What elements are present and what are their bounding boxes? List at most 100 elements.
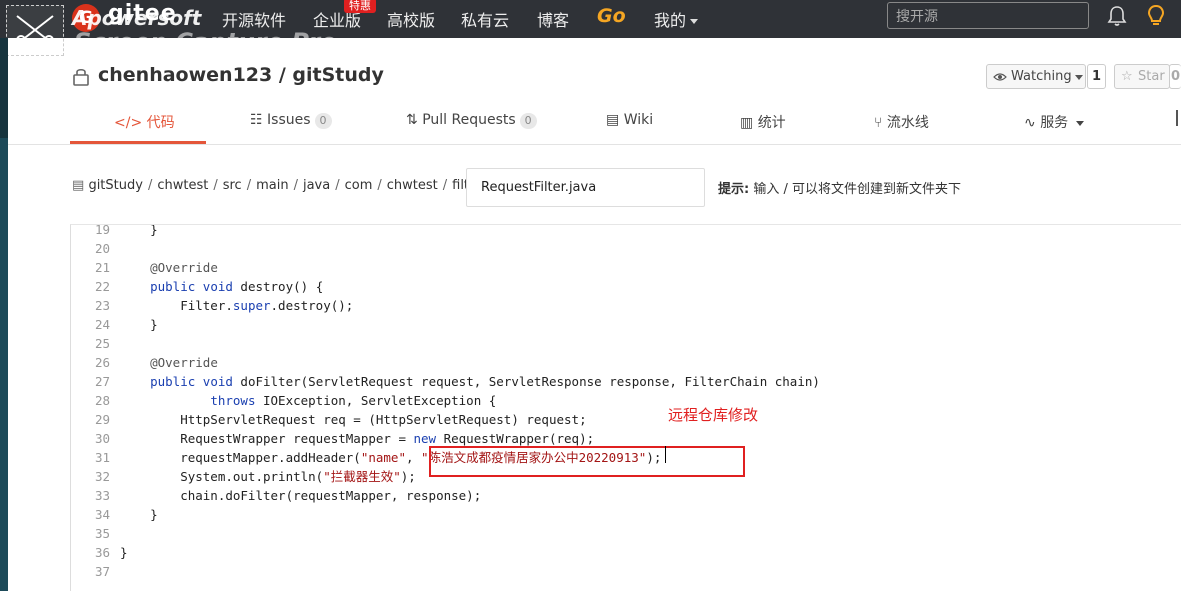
code-text: throws IOException, ServletException {	[210, 393, 497, 408]
code-line[interactable]: 26 @Override	[71, 353, 218, 372]
star-label: Star	[1138, 69, 1165, 84]
code-text: }	[120, 317, 158, 332]
code-line[interactable]: 30 RequestWrapper requestMapper = new Re…	[71, 429, 594, 448]
code-line[interactable]: 36}	[71, 543, 128, 562]
nav-university[interactable]: 高校版	[387, 7, 435, 31]
code-line[interactable]: 27 public void doFilter(ServletRequest r…	[71, 372, 820, 391]
code-line[interactable]: 37	[71, 562, 110, 581]
code-line[interactable]: 25	[71, 334, 110, 353]
repo-separator: /	[272, 64, 293, 86]
breadcrumb-item[interactable]: java	[303, 178, 330, 193]
tab-wiki-label: Wiki	[623, 112, 654, 128]
line-number: 33	[94, 488, 110, 503]
pull-request-icon: ⇅	[406, 112, 418, 128]
issues-icon: ☷	[250, 112, 263, 128]
highlight-box	[429, 446, 745, 477]
code-line[interactable]: 20	[71, 239, 110, 258]
line-number: 19	[94, 224, 110, 237]
pull-requests-count: 0	[519, 113, 537, 129]
code-line[interactable]: 32 System.out.println("拦截器生效");	[71, 467, 416, 486]
nav-mine[interactable]: 我的	[654, 7, 699, 31]
tab-pipeline[interactable]: ⑂ 流水线	[874, 112, 929, 132]
breadcrumb-item[interactable]: chwtest	[157, 178, 208, 193]
filename-hint: 提示: 输入 / 可以将文件创建到新文件夹下	[718, 178, 961, 197]
scissors-icon	[16, 15, 54, 45]
code-text: Filter.super.destroy();	[120, 298, 354, 313]
code-line[interactable]: 24 }	[71, 315, 158, 334]
line-number: 34	[94, 507, 110, 522]
desktop-edge	[0, 38, 8, 591]
line-number: 22	[94, 279, 110, 294]
code-line[interactable]: 34 }	[71, 505, 158, 524]
line-number: 20	[94, 241, 110, 256]
code-icon: </>	[114, 115, 143, 131]
code-text: }	[120, 545, 128, 560]
repo-name[interactable]: gitStudy	[292, 64, 383, 86]
breadcrumb-item[interactable]: com	[345, 178, 373, 193]
line-number: 29	[94, 412, 110, 427]
chevron-down-icon	[1075, 75, 1083, 80]
breadcrumb-repo[interactable]: gitStudy	[88, 178, 143, 193]
nav-blog[interactable]: 博客	[537, 7, 569, 31]
code-editor[interactable]: 19 } 20 21 @Override 22 public void destroy…	[70, 224, 1181, 591]
code-line[interactable]: 35	[71, 524, 110, 543]
breadcrumb-separator: /	[293, 178, 298, 193]
code-line[interactable]: 21 @Override	[71, 258, 218, 277]
filename-input[interactable]: RequestFilter.java	[466, 168, 705, 207]
code-line[interactable]: 31 requestMapper.addHeader("name", "陈浩文成…	[71, 448, 661, 467]
tab-issues[interactable]: ☷ Issues 0	[250, 112, 332, 129]
code-text: @Override	[150, 355, 218, 370]
breadcrumb-separator: /	[377, 178, 382, 193]
nav-mine-label: 我的	[654, 11, 687, 30]
tabs-divider	[8, 144, 1181, 145]
pipeline-icon: ⑂	[874, 115, 883, 131]
line-number: 27	[94, 374, 110, 389]
tab-service-label: 服务	[1040, 115, 1069, 131]
tab-pull-requests[interactable]: ⇅ Pull Requests 0	[406, 112, 537, 129]
code-line[interactable]: 19 }	[71, 224, 158, 239]
line-number: 31	[94, 450, 110, 465]
tab-issues-label: Issues	[267, 112, 311, 128]
watching-button[interactable]: Watching	[986, 64, 1086, 89]
line-number: 21	[94, 260, 110, 275]
service-icon: ∿	[1024, 115, 1036, 131]
breadcrumb-item[interactable]: src	[223, 178, 242, 193]
watermark-product: Screen Capture Pro	[74, 28, 337, 56]
code-line[interactable]: 29 HttpServletRequest req = (HttpServlet…	[71, 410, 587, 429]
bell-icon[interactable]	[1107, 5, 1127, 27]
watching-label: Watching	[1011, 69, 1072, 84]
star-button[interactable]: ☆ Star	[1114, 64, 1170, 89]
breadcrumb-separator: /	[335, 178, 340, 193]
line-number: 28	[94, 393, 110, 408]
line-number: 23	[94, 298, 110, 313]
lightbulb-icon[interactable]	[1146, 4, 1166, 28]
code-text: }	[120, 224, 158, 237]
breadcrumb-separator: /	[246, 178, 252, 193]
tab-pull-requests-label: Pull Requests	[422, 112, 516, 128]
code-line[interactable]: 28 throws IOException, ServletException …	[71, 391, 496, 410]
annotation-note: 远程仓库修改	[668, 406, 759, 424]
nav-private-cloud[interactable]: 私有云	[461, 7, 509, 31]
line-number: 25	[94, 336, 110, 351]
watching-count[interactable]: 1	[1087, 64, 1106, 89]
chevron-down-icon	[690, 19, 699, 24]
code-line[interactable]: 23 Filter.super.destroy();	[71, 296, 353, 315]
tab-code[interactable]: </> 代码	[114, 112, 175, 132]
breadcrumb-item[interactable]: main	[256, 178, 288, 193]
line-number: 24	[94, 317, 110, 332]
star-count[interactable]: 0	[1169, 64, 1181, 89]
tab-stats[interactable]: ▥ 统计	[740, 112, 786, 132]
code-line[interactable]: 33 chain.doFilter(requestMapper, respons…	[71, 486, 481, 505]
tab-wiki[interactable]: ▤ Wiki	[606, 112, 653, 128]
repo-tabs: </> 代码 ☷ Issues 0 ⇅ Pull Requests 0 ▤ Wiki…	[70, 104, 1181, 144]
code-line[interactable]: 22 public void destroy() {	[71, 277, 323, 296]
lock-icon	[73, 68, 89, 86]
tab-service[interactable]: ∿ 服务	[1024, 112, 1085, 132]
code-text: }	[120, 507, 158, 522]
nav-go[interactable]: Go	[597, 5, 626, 27]
file-tree-icon: ▤	[72, 178, 85, 193]
wiki-icon: ▤	[606, 112, 620, 128]
breadcrumb-item[interactable]: chwtest	[387, 178, 438, 193]
repo-owner[interactable]: chenhaowen123	[98, 64, 272, 86]
search-input[interactable]: 搜开源	[887, 2, 1089, 29]
